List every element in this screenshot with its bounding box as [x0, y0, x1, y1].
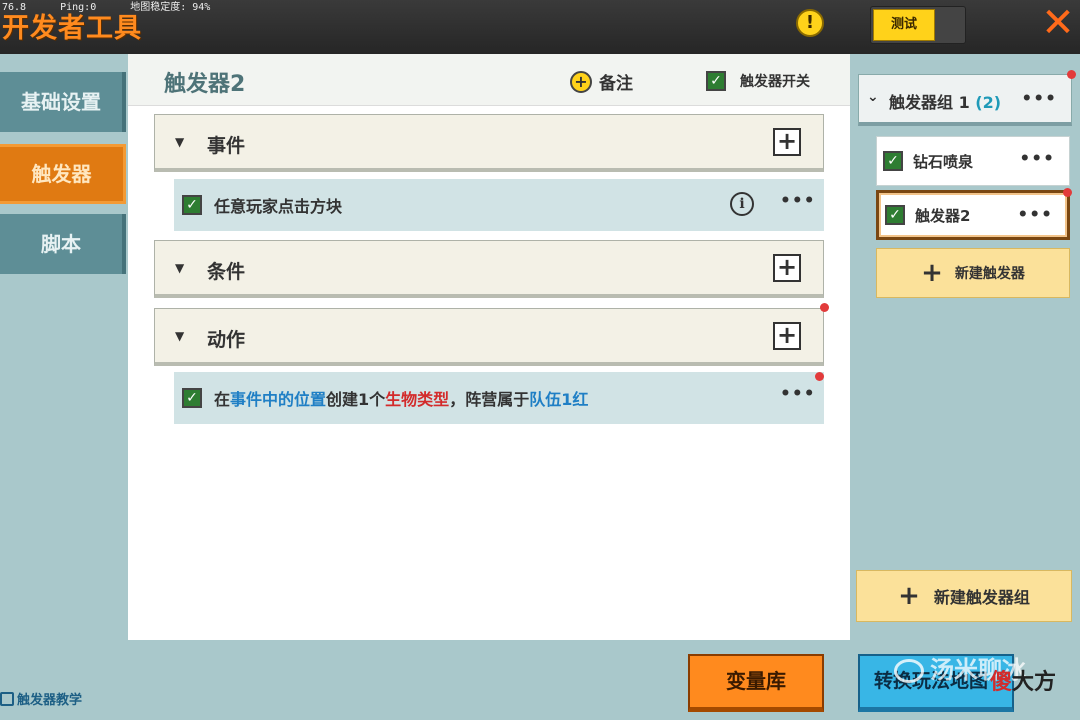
event-section[interactable]: ▼ 事件 +: [154, 114, 824, 172]
action-row[interactable]: ✓ 在事件中的位置创建1个生物类型，阵营属于队伍1红 •••: [174, 372, 824, 424]
sidebar-tab-basic-settings[interactable]: 基础设置: [0, 72, 126, 132]
trigger-switch-label: 触发器开关: [740, 74, 810, 90]
event-text[interactable]: 任意玩家点击方块: [214, 193, 342, 217]
trigger-list-item-selected[interactable]: ✓ 触发器2 •••: [876, 188, 1072, 240]
action-section[interactable]: ▼ 动作 +: [154, 303, 829, 366]
new-trigger-group-button[interactable]: + 新建触发器组: [856, 570, 1072, 622]
bottom-bar: 变量库 转换玩法地图 汤米聊冰 傻大方: [128, 640, 1080, 720]
add-condition-button[interactable]: +: [773, 254, 801, 282]
alert-icon[interactable]: !: [796, 9, 824, 37]
action-text-part: 在: [214, 390, 231, 409]
new-group-label: 新建触发器组: [933, 588, 1030, 607]
notification-dot: [815, 372, 824, 381]
chevron-down-icon[interactable]: ⌄: [867, 89, 879, 105]
close-icon[interactable]: ✕: [1036, 0, 1080, 48]
info-icon[interactable]: i: [730, 192, 754, 216]
event-row[interactable]: ✓ 任意玩家点击方块 i •••: [174, 179, 824, 231]
group-more-icon[interactable]: •••: [1021, 89, 1057, 109]
app-title: 开发者工具: [2, 13, 142, 44]
sidebar-tab-triggers[interactable]: 触发器: [0, 144, 126, 204]
notification-dot: [1067, 70, 1076, 79]
trigger-item-checkbox[interactable]: ✓: [883, 151, 903, 171]
watermark-secondary: 傻大方: [990, 664, 1056, 696]
event-checkbox[interactable]: ✓: [182, 195, 202, 215]
tutorial-label: 触发器教学: [17, 693, 83, 708]
variable-library-button[interactable]: 变量库: [688, 654, 824, 712]
trigger-switch[interactable]: ✓ 触发器开关: [706, 71, 810, 91]
add-action-button[interactable]: +: [773, 322, 801, 350]
action-text[interactable]: 在事件中的位置创建1个生物类型，阵营属于队伍1红: [214, 386, 588, 410]
editor-header: 触发器2 + 备注 ✓ 触发器开关: [128, 54, 850, 106]
note-button[interactable]: + 备注: [570, 69, 633, 94]
collapse-arrow-icon[interactable]: ▼: [175, 135, 184, 149]
plus-icon: +: [921, 258, 943, 288]
trigger-group-header[interactable]: ⌄ 触发器组 1 (2) •••: [858, 70, 1076, 126]
action-param-team[interactable]: 队伍1红: [529, 390, 588, 409]
trigger-item-label: 钻石喷泉: [913, 152, 974, 171]
watermark2-rest: 大方: [1012, 670, 1057, 695]
trigger-title[interactable]: 触发器2: [164, 66, 245, 98]
add-event-button[interactable]: +: [773, 128, 801, 156]
new-trigger-label: 新建触发器: [954, 266, 1025, 282]
trigger-more-icon[interactable]: •••: [1019, 149, 1055, 169]
action-text-part: 创建1个: [326, 390, 386, 409]
action-section-label: 动作: [207, 329, 246, 351]
trigger-more-icon[interactable]: •••: [1017, 205, 1053, 225]
trigger-tutorial-link[interactable]: 触发器教学: [0, 689, 82, 708]
trigger-group-label: 触发器组 1 (2): [889, 89, 1001, 113]
trigger-editor: 触发器2 + 备注 ✓ 触发器开关 ▼ 事件 + ✓ 任意玩家点击方块 i ••…: [128, 54, 850, 640]
plus-icon: +: [898, 581, 920, 611]
test-toggle-label: 测试: [873, 9, 935, 41]
trigger-switch-checkbox[interactable]: ✓: [706, 71, 726, 91]
collapse-arrow-icon[interactable]: ▼: [175, 329, 184, 343]
sidebar-tab-scripts[interactable]: 脚本: [0, 214, 126, 274]
left-sidebar: 基础设置 触发器 脚本 触发器教学: [0, 54, 128, 720]
action-checkbox[interactable]: ✓: [182, 388, 202, 408]
group-count: (2): [975, 93, 1002, 112]
note-label: 备注: [599, 74, 633, 94]
trigger-group-panel: ⌄ 触发器组 1 (2) ••• ✓ 钻石喷泉 ••• ✓ 触发器2 ••• +…: [850, 54, 1080, 640]
watermark2-first: 傻: [990, 670, 1013, 695]
notification-dot: [1063, 188, 1072, 197]
book-icon: [0, 691, 14, 706]
wechat-icon: [894, 659, 924, 683]
action-param-creature-type[interactable]: 生物类型: [385, 390, 449, 409]
condition-section[interactable]: ▼ 条件 +: [154, 240, 824, 298]
new-trigger-button[interactable]: + 新建触发器: [876, 248, 1070, 298]
stability-readout: 地图稳定度: 94%: [130, 2, 211, 13]
group-name: 触发器组 1: [889, 93, 970, 112]
event-more-icon[interactable]: •••: [780, 191, 816, 211]
condition-section-label: 条件: [207, 261, 246, 283]
event-section-label: 事件: [207, 135, 246, 157]
collapse-arrow-icon[interactable]: ▼: [175, 261, 184, 275]
trigger-item-label: 触发器2: [915, 206, 971, 225]
add-circle-icon: +: [570, 70, 592, 93]
action-text-part: ，阵营属于: [449, 390, 530, 409]
action-more-icon[interactable]: •••: [780, 384, 816, 404]
trigger-list-item[interactable]: ✓ 钻石喷泉 •••: [876, 136, 1070, 186]
top-bar: 76.8 Ping:0 地图稳定度: 94% 开发者工具 ! 测试 ✕: [0, 0, 1080, 54]
action-param-position[interactable]: 事件中的位置: [230, 390, 326, 409]
trigger-item-checkbox[interactable]: ✓: [885, 205, 905, 225]
test-mode-toggle[interactable]: 测试: [870, 6, 966, 44]
notification-dot: [820, 303, 829, 312]
